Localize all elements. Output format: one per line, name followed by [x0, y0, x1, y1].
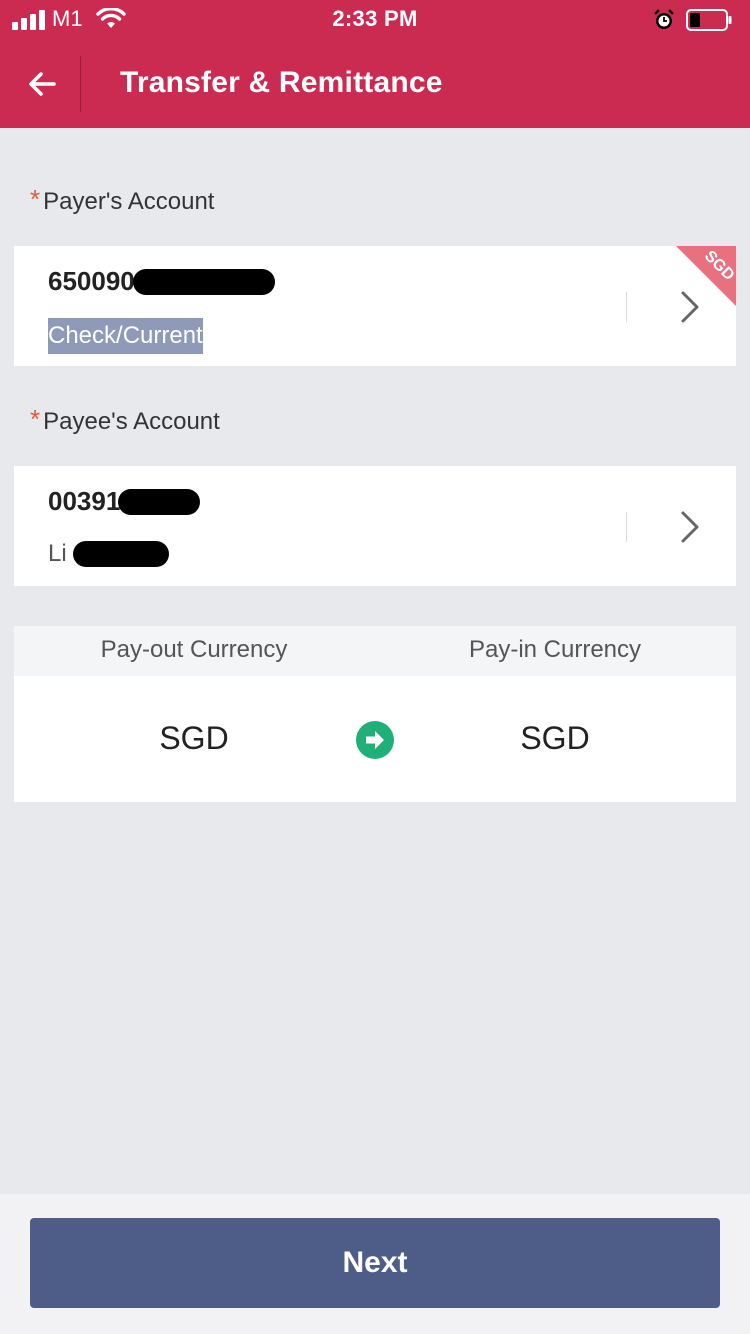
status-bar: M1 2:33 PM [0, 0, 750, 40]
bottom-action-bar: Next [0, 1194, 750, 1334]
currency-panel: Pay-out Currency Pay-in Currency SGD SGD [14, 626, 736, 802]
payer-account-number-text: 650090 [48, 266, 135, 296]
payer-account-label: * Payer's Account [30, 184, 215, 217]
payee-account-label-text: Payee's Account [43, 407, 220, 435]
payout-currency-label: Pay-out Currency [100, 636, 288, 663]
status-time: 2:33 PM [332, 6, 418, 31]
payee-name: Li [48, 540, 169, 568]
payee-account-number: 00391 [48, 486, 201, 517]
back-arrow-icon [29, 72, 56, 96]
currency-panel-header: Pay-out Currency Pay-in Currency [14, 626, 736, 676]
payee-name-text: Li [48, 540, 67, 567]
payer-account-label-text: Payer's Account [43, 187, 215, 215]
card-divider [626, 512, 627, 542]
battery-icon [686, 9, 732, 31]
redaction-mark [72, 541, 169, 567]
redaction-mark [132, 268, 275, 295]
arrow-right-circle-icon [356, 721, 394, 759]
page-title: Transfer & Remittance [120, 66, 443, 99]
payer-account-number: 650090 [48, 266, 275, 297]
payee-account-number-text: 00391 [48, 486, 121, 516]
payin-currency-label: Pay-in Currency [468, 636, 642, 663]
currency-corner-tag: SGD [676, 246, 736, 306]
payout-currency-value: SGD [159, 720, 229, 756]
redaction-mark [118, 488, 201, 515]
payee-account-label: * Payee's Account [30, 404, 220, 437]
card-divider [626, 292, 627, 322]
app-header: Transfer & Remittance [0, 44, 750, 128]
header-divider [80, 56, 81, 112]
chevron-right-icon [681, 511, 699, 543]
top-bar: M1 2:33 PM Transfer & Remittance [0, 0, 750, 128]
back-button[interactable] [14, 56, 70, 112]
alarm-clock-icon [654, 9, 674, 29]
payer-account-type: Check/Current [48, 318, 203, 354]
required-marker: * [30, 184, 41, 214]
payin-currency-value: SGD [520, 720, 590, 756]
next-button[interactable]: Next [30, 1218, 720, 1308]
required-marker: * [30, 404, 41, 434]
payee-account-selector[interactable]: 00391 Li [14, 466, 736, 586]
payer-account-selector[interactable]: 650090 Check/Current SGD [14, 246, 736, 366]
